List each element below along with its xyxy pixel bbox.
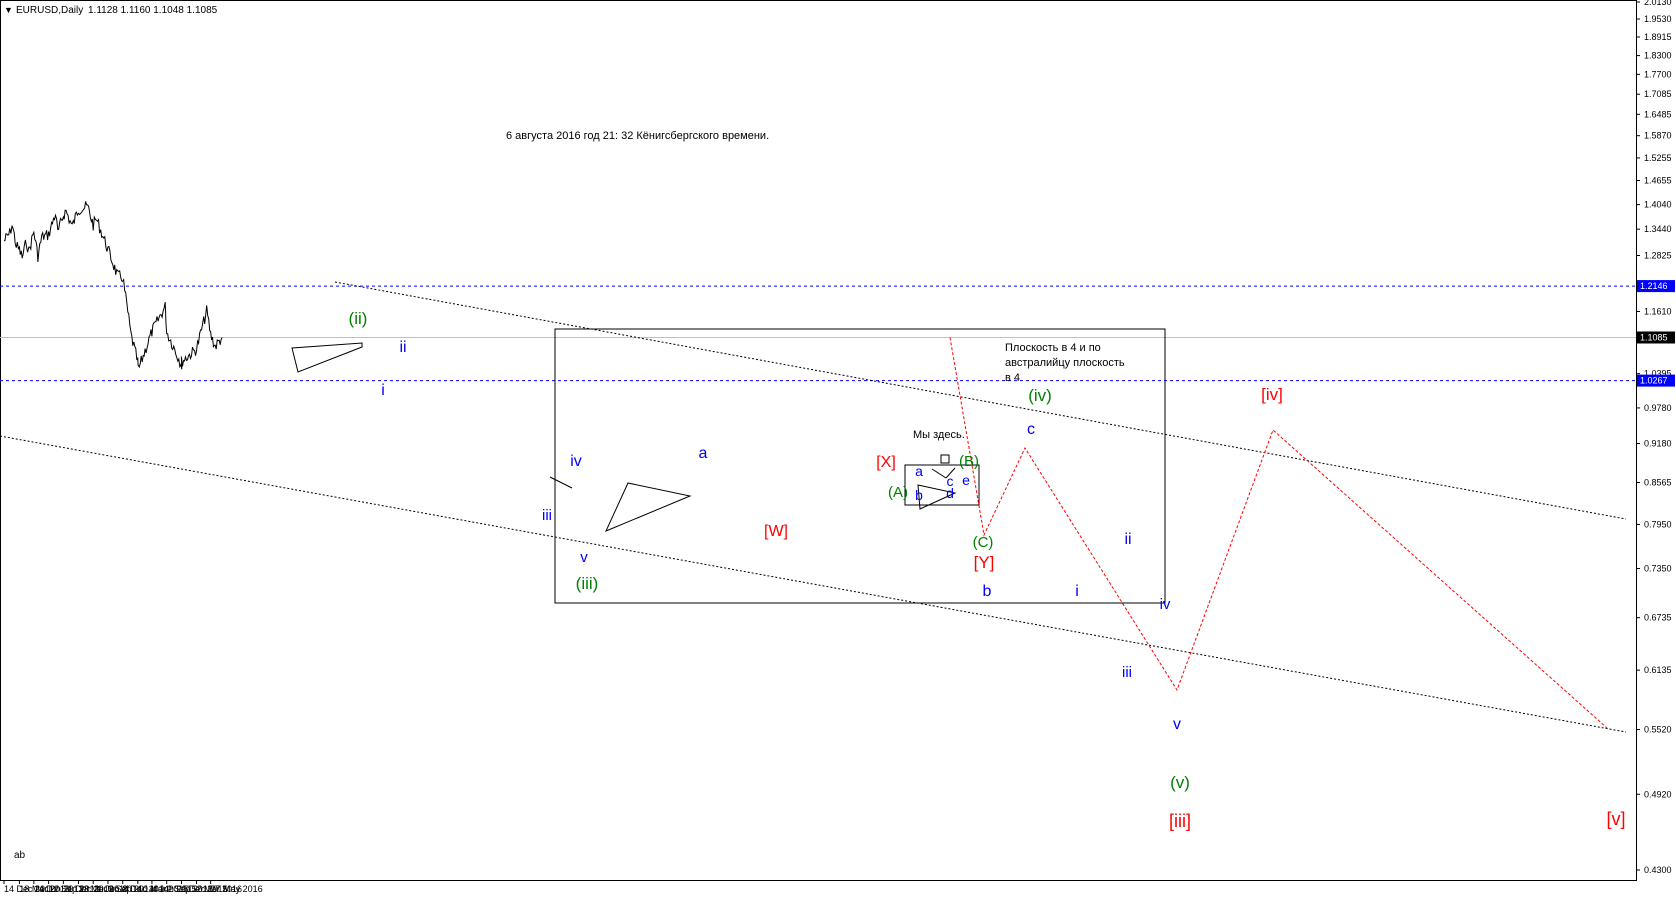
triangle-objects[interactable] xyxy=(291,342,957,532)
wave-label[interactable]: a xyxy=(699,445,708,462)
wave-label[interactable]: c xyxy=(1027,421,1035,438)
wave-label[interactable]: i xyxy=(381,382,385,399)
trend-channel[interactable] xyxy=(0,281,1627,733)
corner-mark: ab xyxy=(14,850,26,861)
y-tick-label: 0.6735 xyxy=(1644,613,1672,623)
y-tick-label: 0.9780 xyxy=(1644,403,1672,413)
level-tag-lower: 1.0267 xyxy=(1640,376,1668,386)
flat-note-line-1[interactable]: Плоскость в 4 и по xyxy=(1005,342,1101,354)
y-tick-label: 1.4655 xyxy=(1644,175,1672,185)
wave-label[interactable]: iii xyxy=(542,507,552,524)
wave-label[interactable]: [Y] xyxy=(974,553,995,572)
y-tick-label: 1.1610 xyxy=(1644,306,1672,316)
y-tick-label: 0.4920 xyxy=(1644,789,1672,799)
wave-label[interactable]: (iii) xyxy=(576,574,599,593)
flat-note-line-3[interactable]: в 4 xyxy=(1005,372,1020,384)
wave-label[interactable]: iv xyxy=(1160,596,1171,613)
current-price-tag: 1.1085 xyxy=(1640,332,1668,342)
consolidation-box[interactable] xyxy=(554,328,1166,604)
y-tick-label: 1.9530 xyxy=(1644,14,1672,24)
plot-frame xyxy=(0,0,1637,881)
wave-label[interactable]: b xyxy=(915,487,923,503)
wave-label[interactable]: [W] xyxy=(764,523,788,540)
y-tick-label: 0.4300 xyxy=(1644,865,1672,875)
wave-label[interactable]: a xyxy=(915,463,923,479)
wave-label[interactable]: (v) xyxy=(1170,773,1190,792)
wave-label[interactable]: e xyxy=(962,472,970,488)
x-axis: 14 Dec 201218 Mar 201314 Jun 201312 Sep … xyxy=(3,880,263,894)
flat-note-line-2[interactable]: австралийцу плоскость xyxy=(1005,357,1125,369)
y-tick-label: 0.7950 xyxy=(1644,519,1672,529)
wave-label[interactable]: (C) xyxy=(973,534,994,551)
y-tick-label: 1.2825 xyxy=(1644,251,1672,261)
wave-label[interactable]: [X] xyxy=(876,454,896,471)
wave-label[interactable]: [iv] xyxy=(1261,385,1283,404)
symbol-label: EURUSD,Daily xyxy=(16,5,83,16)
x-tick-label: 27 May 2016 xyxy=(211,884,263,894)
y-tick-label: 0.5520 xyxy=(1644,725,1672,735)
triangle-2015[interactable] xyxy=(605,482,692,532)
wave-label[interactable]: (iv) xyxy=(1028,386,1052,405)
wave-label[interactable]: iv xyxy=(570,453,582,470)
price-line xyxy=(3,201,223,370)
y-tick-label: 2.0130 xyxy=(1644,0,1672,7)
trendline-c[interactable] xyxy=(931,468,947,479)
y-axis: 2.0130 1.9530 1.8915 1.8300 1.7700 1.7085 1.64… xyxy=(1636,0,1672,875)
y-tick-label: 0.8565 xyxy=(1644,478,1672,488)
wave-labels: (ii)iiiiviiiv(iii)a[W][X] ac e(B)(A) b d(C)[… xyxy=(349,309,1626,831)
y-tick-label: 0.6135 xyxy=(1644,665,1672,675)
price-series xyxy=(3,201,223,370)
wave-label[interactable]: v xyxy=(1173,716,1181,733)
y-tick-label: 1.3440 xyxy=(1644,224,1672,234)
y-tick-label: 1.7085 xyxy=(1644,89,1672,99)
wave-label[interactable]: b xyxy=(983,583,992,600)
wave-label[interactable]: ii xyxy=(1124,531,1131,548)
wave-label[interactable]: (B) xyxy=(959,453,979,470)
wave-label[interactable]: (ii) xyxy=(349,309,368,328)
channel-lower[interactable] xyxy=(0,435,1627,733)
y-tick-label: 0.9180 xyxy=(1644,439,1672,449)
y-tick-label: 1.5255 xyxy=(1644,153,1672,163)
y-tick-label: 1.4040 xyxy=(1644,200,1672,210)
wave-label[interactable]: v xyxy=(580,549,588,566)
y-tick-label: 0.7350 xyxy=(1644,564,1672,574)
rectangle-objects[interactable] xyxy=(554,328,1166,604)
ohlc-values: 1.1128 1.1160 1.1048 1.1085 xyxy=(88,5,218,16)
wave-label[interactable]: ii xyxy=(399,339,406,356)
wave-label[interactable]: i xyxy=(1075,583,1079,600)
y-tick-label: 1.6485 xyxy=(1644,109,1672,119)
y-tick-label: 1.8300 xyxy=(1644,51,1672,61)
horizontal-levels[interactable] xyxy=(0,285,1636,382)
wave-label[interactable]: [iii] xyxy=(1169,811,1191,831)
chart-svg[interactable]: 2.0130 1.9530 1.8915 1.8300 1.7700 1.7085 1.64… xyxy=(0,0,1676,894)
y-tick-label: 1.5870 xyxy=(1644,131,1672,141)
we-are-here-note[interactable]: Мы здесь. xyxy=(913,429,965,441)
level-tag-upper: 1.2146 xyxy=(1640,281,1668,291)
channel-upper[interactable] xyxy=(334,281,1627,520)
menu-glyph-icon[interactable]: ▼ xyxy=(4,5,13,15)
triangle-2014[interactable] xyxy=(291,342,363,373)
price-chart[interactable]: 2.0130 1.9530 1.8915 1.8300 1.7700 1.7085 1.64… xyxy=(0,0,1676,894)
y-tick-label: 1.8915 xyxy=(1644,32,1672,42)
wave-label[interactable]: [v] xyxy=(1606,809,1625,829)
trendline-iv[interactable] xyxy=(549,476,573,489)
timestamp-note[interactable]: 6 августа 2016 год 21: 32 Кёнигсбергског… xyxy=(506,130,769,142)
wave-label[interactable]: d xyxy=(946,485,954,501)
y-tick-label: 1.7700 xyxy=(1644,69,1672,79)
wave-label[interactable]: (A) xyxy=(888,484,908,501)
wave-label[interactable]: iii xyxy=(1122,664,1132,681)
anchor-square-icon[interactable] xyxy=(940,454,950,464)
